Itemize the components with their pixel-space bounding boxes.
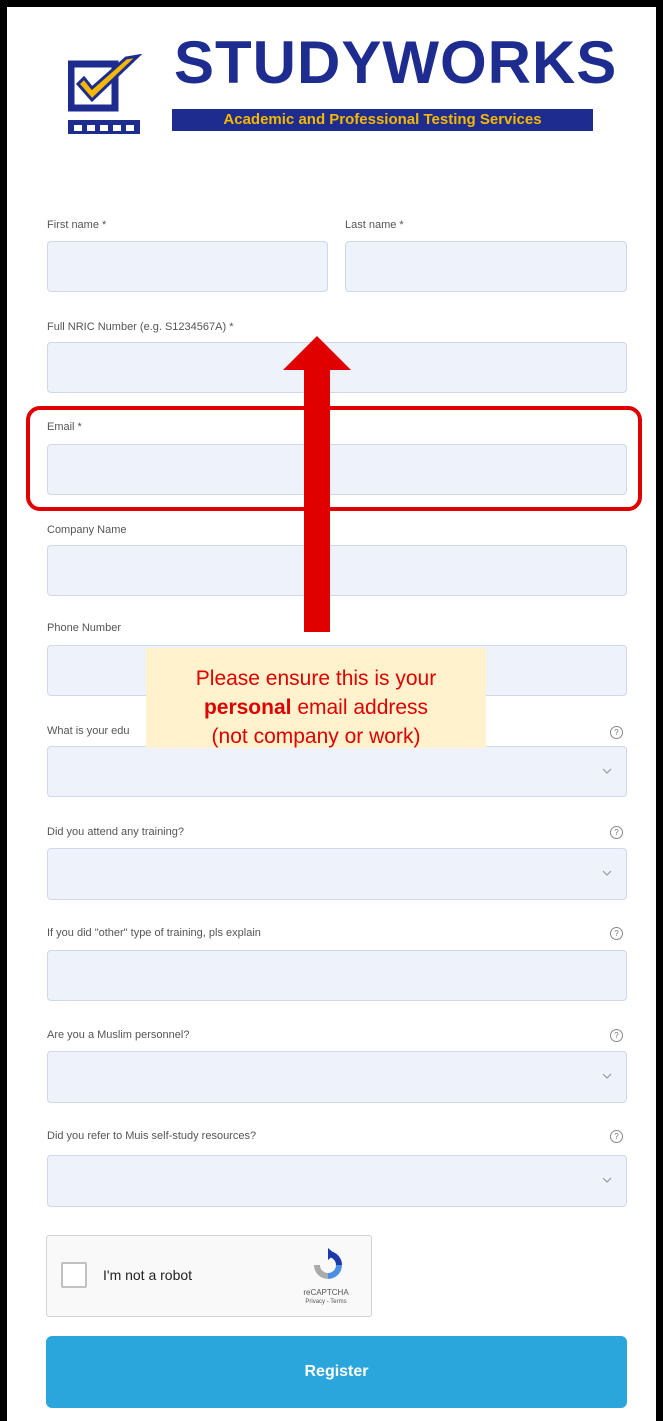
education-label: What is your edu — [47, 725, 130, 737]
other-training-field[interactable] — [47, 950, 627, 1001]
muslim-help-icon[interactable]: ? — [610, 1029, 623, 1042]
last-name-label: Last name * — [345, 219, 404, 231]
education-help-icon[interactable]: ? — [610, 726, 623, 739]
muslim-select[interactable] — [47, 1051, 627, 1103]
arrow-up-icon — [283, 336, 351, 632]
recaptcha-links[interactable]: Privacy - Terms — [279, 1299, 373, 1305]
other-training-help-icon[interactable]: ? — [610, 927, 623, 940]
brand-tagline: Academic and Professional Testing Servic… — [172, 109, 593, 131]
callout-line-3: (not company or work) — [211, 725, 421, 748]
annotation-callout: Please ensure this is your personal emai… — [146, 648, 486, 748]
recaptcha-widget: I'm not a robot reCAPTCHA Privacy - Term… — [46, 1235, 372, 1317]
checkbox-logo-icon — [68, 54, 143, 112]
training-help-icon[interactable]: ? — [610, 826, 623, 839]
recaptcha-brand: reCAPTCHA — [303, 1288, 349, 1297]
company-label: Company Name — [47, 524, 127, 536]
recaptcha-label: I'm not a robot — [103, 1267, 193, 1283]
first-name-label: First name * — [47, 219, 107, 231]
chevron-down-icon — [602, 1073, 612, 1079]
phone-label: Phone Number — [47, 622, 121, 634]
training-label: Did you attend any training? — [47, 826, 184, 838]
callout-line-2: personal email address — [146, 693, 486, 722]
muis-label: Did you refer to Muis self-study resourc… — [47, 1130, 257, 1142]
first-name-field[interactable] — [47, 241, 328, 292]
education-select[interactable] — [47, 746, 627, 797]
callout-line-2-rest: email address — [291, 696, 429, 719]
other-training-label: If you did "other" type of training, pls… — [47, 927, 261, 939]
bar-logo-icon — [68, 120, 140, 134]
recaptcha-logo-icon — [314, 1248, 342, 1279]
callout-line-1: Please ensure this is your — [195, 667, 437, 690]
chevron-down-icon — [602, 870, 612, 876]
chevron-down-icon — [602, 768, 612, 774]
recaptcha-checkbox[interactable] — [61, 1262, 87, 1288]
register-button[interactable]: Register — [46, 1336, 627, 1408]
last-name-field[interactable] — [345, 241, 627, 292]
muis-select[interactable] — [47, 1155, 627, 1207]
nric-label: Full NRIC Number (e.g. S1234567A) * — [47, 321, 234, 333]
studyworks-logo: STUDYWORKS Academic and Professional Tes… — [66, 29, 616, 134]
training-select[interactable] — [47, 848, 627, 900]
callout-bold: personal — [203, 696, 292, 719]
brand-name: STUDYWORKS — [174, 29, 618, 96]
muis-help-icon[interactable]: ? — [610, 1130, 623, 1143]
chevron-down-icon — [602, 1177, 612, 1183]
muslim-label: Are you a Muslim personnel? — [47, 1029, 190, 1041]
